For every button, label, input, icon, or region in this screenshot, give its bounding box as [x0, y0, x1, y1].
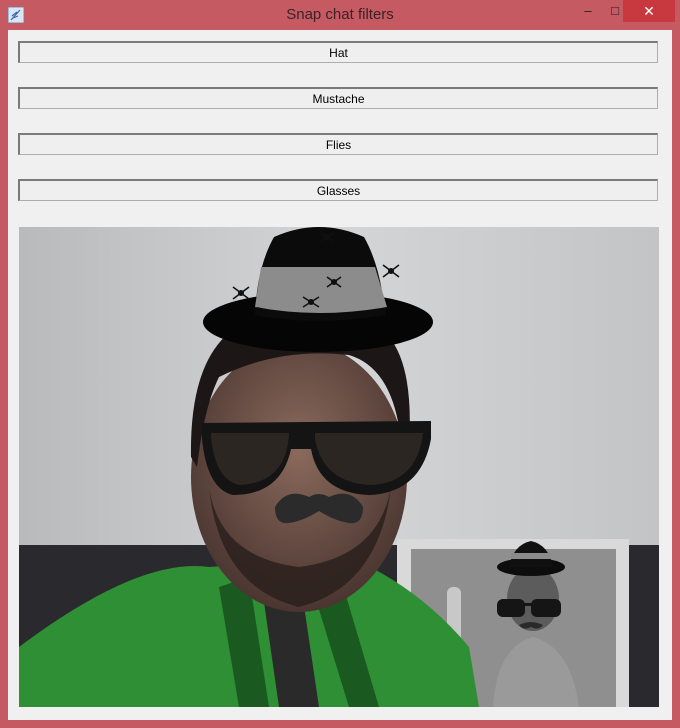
- close-button[interactable]: ✕: [623, 0, 675, 22]
- glasses-button[interactable]: Glasses: [18, 179, 658, 201]
- client-area: Hat Mustache Flies Glasses: [8, 30, 672, 720]
- app-window: Snap chat filters – □ ✕ Hat Mustache Fli…: [0, 0, 680, 728]
- hat-button[interactable]: Hat: [18, 41, 658, 63]
- camera-preview: [19, 227, 659, 707]
- title-bar[interactable]: Snap chat filters – □ ✕: [0, 0, 680, 30]
- mustache-button[interactable]: Mustache: [18, 87, 658, 109]
- flies-button[interactable]: Flies: [18, 133, 658, 155]
- minimize-button[interactable]: –: [574, 0, 602, 22]
